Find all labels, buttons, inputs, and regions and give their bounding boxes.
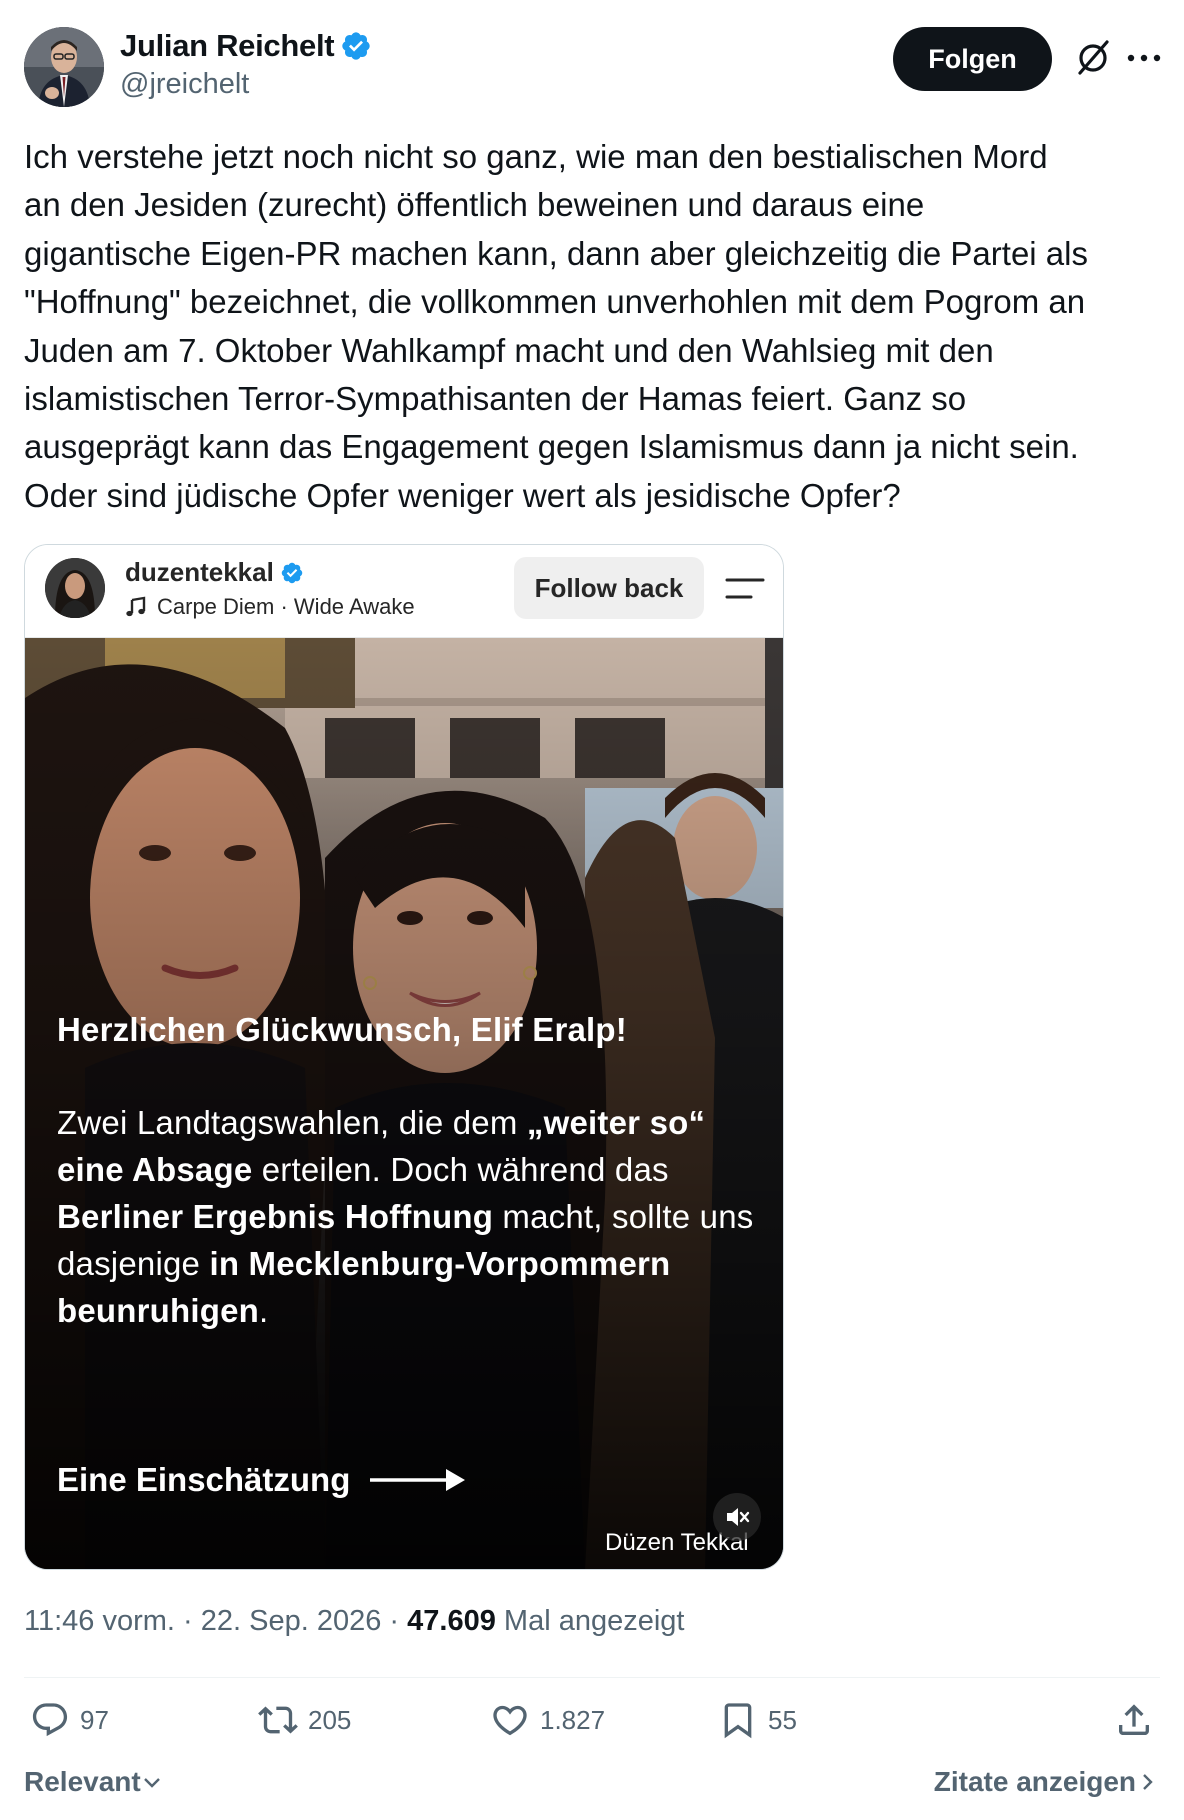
author-handle[interactable]: @jreichelt [120,68,249,101]
reply-icon [32,1703,68,1737]
menu-icon[interactable] [725,569,765,609]
repost-icon [258,1706,298,1734]
post-meta: 11:46 vorm. · 22. Sep. 2026 · 47.609 Mal… [24,1605,684,1638]
overlay-cta: Eine Einschätzung [57,1461,468,1499]
overlay-body: Zwei Landtagswahlen, die dem „weiter so“… [57,1099,757,1334]
view-count-label: Mal angezeigt [495,1605,685,1637]
grok-icon[interactable] [1071,36,1115,80]
overlay-text-1: Zwei Landtagswahlen, die dem [57,1104,527,1141]
chevron-right-icon [1143,1774,1153,1790]
verified-badge-icon [342,32,370,60]
instagram-music-row[interactable]: Carpe Diem · Wide Awake [125,594,415,620]
overlay-bold-2: Berliner Ergebnis Hoffnung [57,1198,494,1235]
chevron-down-icon [143,1778,160,1788]
music-note-icon [126,596,146,617]
view-count: 47.609 [407,1605,496,1637]
post-header: Julian Reichelt @jreichelt Folgen [24,24,1161,108]
repost-count: 205 [308,1704,352,1735]
instagram-music-label: Carpe Diem · Wide Awake [157,594,415,619]
sort-label: Relevant [24,1766,141,1797]
instagram-username[interactable]: duzentekkal [125,557,274,588]
post-date[interactable]: 22. Sep. 2026 [201,1605,382,1637]
author-name[interactable]: Julian Reichelt [120,28,335,64]
overlay-text-2: erteilen. Doch während das [252,1151,669,1188]
instagram-header: duzentekkal Carpe Diem · Wide Awake Foll… [25,545,783,638]
like-icon [493,1705,527,1736]
meta-separator: · [381,1605,408,1637]
share-icon [1119,1704,1149,1735]
author-avatar[interactable] [24,27,104,107]
bookmark-count: 55 [768,1704,797,1735]
verified-badge-icon [281,562,303,583]
like-count: 1.827 [540,1704,606,1735]
embedded-media[interactable]: duzentekkal Carpe Diem · Wide Awake Foll… [24,544,784,1570]
sort-relevant[interactable]: Relevant [24,1766,163,1798]
overlay-title: Herzlichen Glückwunsch, Elif Eralp! [57,1011,627,1048]
action-bar: 97 205 1.827 55 [24,1700,1160,1760]
overlay-cta-label: Eine Einschätzung [57,1461,351,1498]
mute-button[interactable] [713,1493,761,1541]
divider [24,1677,1160,1678]
overlay-text-4: . [259,1292,269,1329]
reply-button[interactable]: 97 [30,1700,109,1740]
post-text: Ich verstehe jetzt noch nicht so ganz, w… [24,138,1088,514]
post-time[interactable]: 11:46 vorm. [24,1605,175,1637]
meta-separator: · [174,1605,201,1637]
follow-button[interactable]: Folgen [893,27,1052,91]
mute-icon [727,1508,750,1526]
arrow-right-icon [370,1469,466,1491]
show-quotes-link[interactable]: Zitate anzeigen [934,1766,1158,1798]
bookmark-icon [724,1703,752,1739]
more-icon[interactable] [1122,36,1166,80]
instagram-user-row: duzentekkal [125,557,304,588]
bookmark-button[interactable]: 55 [718,1700,797,1740]
like-button[interactable]: 1.827 [490,1700,605,1740]
repost-button[interactable]: 205 [258,1700,351,1740]
instagram-avatar[interactable] [45,558,105,618]
reply-count: 97 [80,1704,109,1735]
show-quotes-label: Zitate anzeigen [933,1766,1136,1797]
follow-back-button[interactable]: Follow back [514,557,704,619]
share-button[interactable] [1114,1700,1164,1740]
author-name-row: Julian Reichelt [120,28,372,64]
